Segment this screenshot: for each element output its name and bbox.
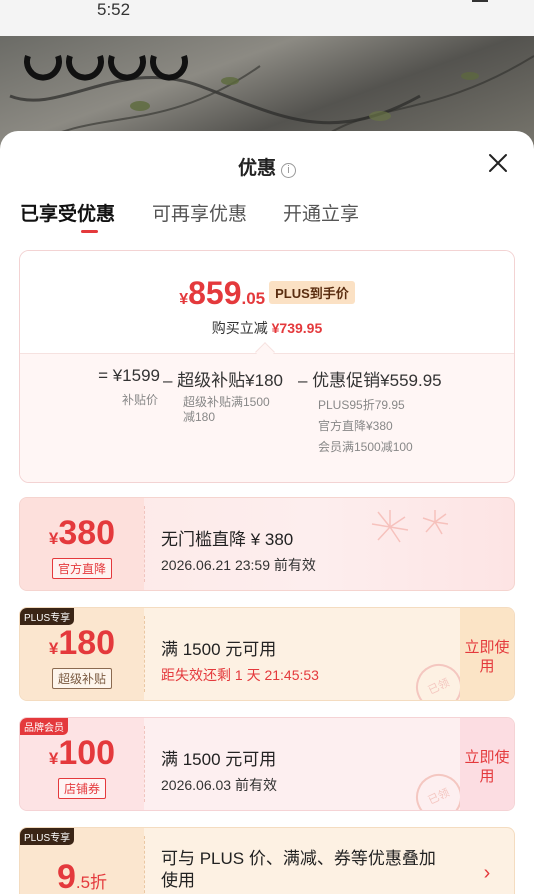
- coupon-type-label: 官方直降: [51, 558, 113, 579]
- tab-active-indicator: [81, 230, 98, 233]
- plus-price-tag: PLUS到手价: [269, 281, 355, 304]
- tab-activate[interactable]: 开通立享: [283, 199, 359, 226]
- use-now-button[interactable]: 立即使用: [460, 718, 514, 810]
- brand-member-badge: 品牌会员: [20, 718, 68, 735]
- sheet-title-text: 优惠: [237, 158, 276, 179]
- formula-subsidy: – 超级补贴¥180: [163, 371, 283, 390]
- tab-more[interactable]: 可再享优惠: [152, 199, 247, 226]
- coupon-super-subsidy[interactable]: ¥180 超级补贴 PLUS专享 满 1500 元可用 距失效还剩 1 天 21…: [19, 607, 515, 701]
- info-icon[interactable]: i: [281, 163, 296, 178]
- status-indicator-icon: [472, 0, 488, 2]
- plus-exclusive-badge: PLUS专享: [20, 828, 75, 845]
- formula-promo: – 优惠促销¥559.95: [298, 371, 442, 390]
- coupon-title-line2: 使用: [161, 871, 195, 890]
- final-price: ¥859.05 PLUS到手价: [20, 275, 514, 312]
- sheet-title: 优惠 i: [0, 153, 534, 180]
- formula-base-label: 补贴价: [121, 393, 158, 407]
- coupon-type-label: 超级补贴: [51, 668, 113, 689]
- instant-reduction: 购买立减 ¥739.95: [211, 320, 323, 336]
- fireworks-decoration-icon: [371, 510, 449, 543]
- coupon-title: 满 1500 元可用: [161, 640, 277, 659]
- chevron-right-icon[interactable]: ›: [460, 828, 514, 894]
- coupon-title: 无门槛直降 ¥ 380: [161, 530, 294, 549]
- coupon-title: 满 1500 元可用: [161, 750, 277, 769]
- status-time: 5:52: [97, 0, 131, 19]
- close-icon[interactable]: [486, 151, 510, 175]
- plus-exclusive-badge: PLUS专享: [20, 608, 75, 625]
- coupon-type-label: 店铺券: [57, 778, 107, 799]
- coupon-store[interactable]: ¥100 店铺券 品牌会员 满 1500 元可用 2026.06.03 前有效 …: [19, 717, 515, 811]
- tab-enjoyed[interactable]: 已享受优惠: [20, 199, 115, 226]
- price-summary-card: ¥859.05 PLUS到手价 购买立减 ¥739.95 = ¥1599 补贴价 …: [19, 250, 515, 483]
- coupon-title: 可与 PLUS 价、满减、券等优惠叠加: [161, 849, 436, 868]
- status-bar: 5:52: [0, 0, 534, 36]
- coupon-plus-discount[interactable]: 9.5折 PLUS专享 可与 PLUS 价、满减、券等优惠叠加 使用 ›: [19, 827, 515, 894]
- formula-base: = ¥1599: [98, 366, 160, 385]
- price-formula: = ¥1599 补贴价 – 超级补贴¥180 超级补贴满1500 减180 – …: [20, 353, 514, 482]
- coupon-validity: 2026.06.03 前有效: [161, 777, 277, 793]
- use-now-button[interactable]: 立即使用: [460, 608, 514, 700]
- coupon-countdown: 距失效还剩 1 天 21:45:53: [161, 667, 319, 683]
- discount-sheet: 优惠 i 已享受优惠 可再享优惠 开通立享 ¥859.05 PLUS到手价 购买立减…: [0, 131, 534, 894]
- coupon-official[interactable]: ¥380 官方直降 无门槛直降 ¥ 380 2026.06.21 23:59 前…: [19, 497, 515, 591]
- coupon-validity: 2026.06.21 23:59 前有效: [161, 557, 316, 573]
